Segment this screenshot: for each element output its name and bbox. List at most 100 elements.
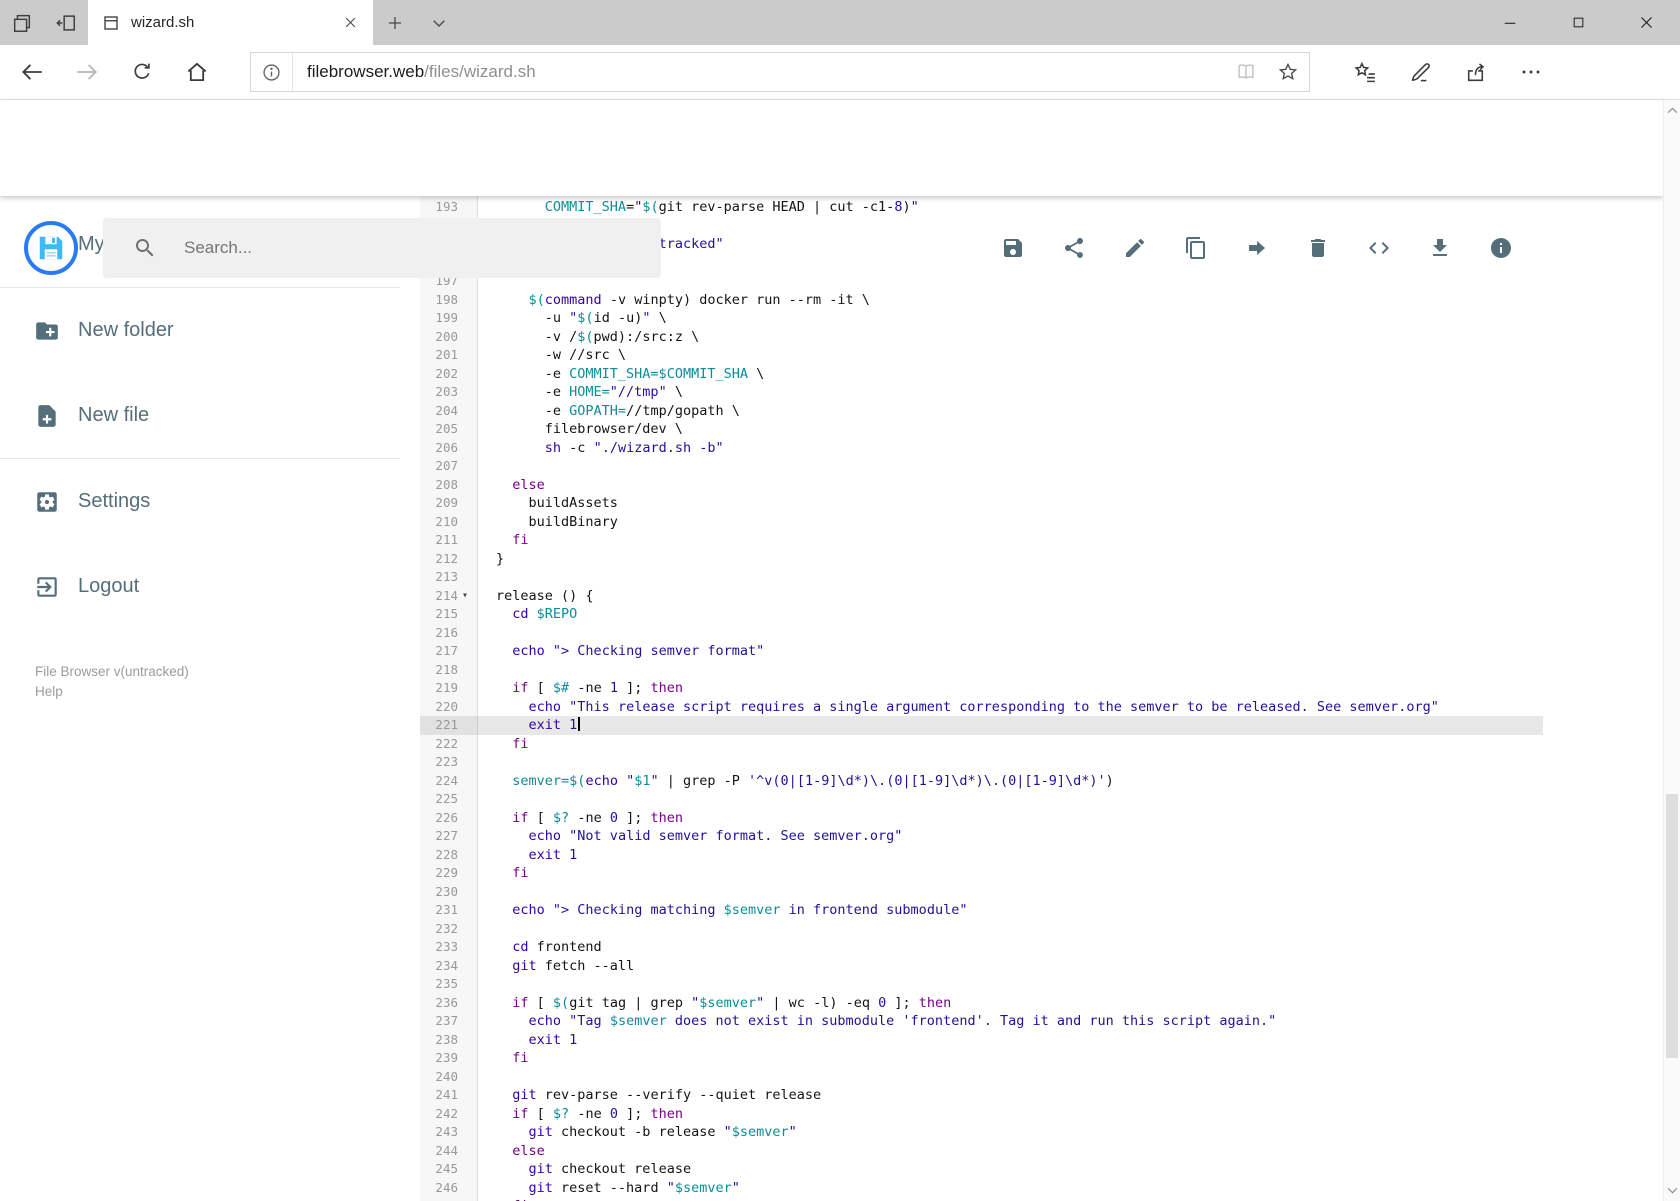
edit-button[interactable] <box>1123 236 1147 260</box>
code-line[interactable]: 210 buildBinary <box>420 512 1543 531</box>
info-button[interactable] <box>1489 236 1513 260</box>
code-line[interactable]: 225 <box>420 790 1543 809</box>
code-line[interactable]: 234 git fetch --all <box>420 956 1543 975</box>
code-line[interactable]: 247 fi <box>420 1197 1543 1201</box>
code-line[interactable]: 200 -v /$(pwd):/src:z \ <box>420 327 1543 346</box>
sidebar-item-label: Logout <box>78 575 140 597</box>
code-line[interactable]: 246 git reset --hard "$semver" <box>420 1178 1543 1197</box>
home-button[interactable] <box>169 49 224 95</box>
delete-button[interactable] <box>1306 236 1330 260</box>
copy-button[interactable] <box>1184 236 1208 260</box>
code-line[interactable]: 205 filebrowser/dev \ <box>420 420 1543 439</box>
code-line[interactable]: 226 if [ $? -ne 0 ]; then <box>420 808 1543 827</box>
code-line[interactable]: 214 ▾ release () { <box>420 586 1543 605</box>
browser-tab[interactable]: wizard.sh <box>88 0 373 45</box>
code-line[interactable]: 220 echo "This release script requires a… <box>420 697 1543 716</box>
sidebar-item-logout[interactable]: Logout <box>0 544 400 629</box>
code-line[interactable]: 224 semver=$(echo "$1" | grep -P '^v(0|[… <box>420 771 1543 790</box>
address-bar[interactable]: filebrowser.web/files/wizard.sh <box>250 52 1310 92</box>
reading-view-button[interactable] <box>1225 61 1267 83</box>
minimize-button[interactable] <box>1476 0 1544 45</box>
help-link[interactable]: Help <box>35 682 189 702</box>
sidebar-item-settings[interactable]: Settings <box>0 459 400 544</box>
code-line[interactable]: 232 <box>420 919 1543 938</box>
code-line[interactable]: 208 else <box>420 475 1543 494</box>
sidebar-item-new-file[interactable]: New file <box>0 373 400 458</box>
back-button[interactable] <box>4 49 59 95</box>
share-button[interactable] <box>1062 236 1086 260</box>
code-line[interactable]: 206 sh -c "./wizard.sh -b" <box>420 438 1543 457</box>
code-editor[interactable]: 192 if [ -d .git ]; then193 COMMIT_SHA="… <box>420 196 1543 1201</box>
refresh-button[interactable] <box>114 49 169 95</box>
code-line[interactable]: 203 -e HOME="//tmp" \ <box>420 383 1543 402</box>
forward-button[interactable] <box>59 49 114 95</box>
download-button[interactable] <box>1428 236 1452 260</box>
code-line[interactable]: 244 else <box>420 1141 1543 1160</box>
code-line[interactable]: 229 fi <box>420 864 1543 883</box>
search-input[interactable] <box>184 238 604 258</box>
code-line[interactable]: 216 <box>420 623 1543 642</box>
settings-more-button[interactable] <box>1503 49 1558 95</box>
maximize-button[interactable] <box>1544 0 1612 45</box>
code-line[interactable]: 217 echo "> Checking semver format" <box>420 642 1543 661</box>
code-line[interactable]: 231 echo "> Checking matching $semver in… <box>420 901 1543 920</box>
star-icon <box>1278 62 1298 81</box>
share-page-button[interactable] <box>1448 49 1503 95</box>
code-line[interactable]: 245 git checkout release <box>420 1160 1543 1179</box>
code-line[interactable]: 228 exit 1 <box>420 845 1543 864</box>
vertical-scrollbar[interactable] <box>1663 100 1680 1201</box>
code-line[interactable]: 238 exit 1 <box>420 1030 1543 1049</box>
code-line[interactable]: 193 COMMIT_SHA="$(git rev-parse HEAD | c… <box>420 198 1543 217</box>
code-line[interactable]: 207 <box>420 457 1543 476</box>
code-line[interactable]: 211 fi <box>420 531 1543 550</box>
ink-button[interactable] <box>1393 49 1448 95</box>
code-line[interactable]: 204 -e GOPATH=//tmp/gopath \ <box>420 401 1543 420</box>
code-line[interactable]: 233 cd frontend <box>420 938 1543 957</box>
code-line[interactable]: 199 -u "$(id -u)" \ <box>420 309 1543 328</box>
save-button[interactable] <box>1001 236 1025 260</box>
close-button[interactable] <box>1612 0 1680 45</box>
scroll-down-icon[interactable] <box>1664 1187 1680 1194</box>
tab-preview-button[interactable] <box>0 0 44 45</box>
code-line[interactable]: 236 if [ $(git tag | grep "$semver" | wc… <box>420 993 1543 1012</box>
code-line[interactable]: 239 fi <box>420 1049 1543 1068</box>
url-text[interactable]: filebrowser.web/files/wizard.sh <box>307 62 1225 82</box>
code-line[interactable]: 198 $(command -v winpty) docker run --rm… <box>420 290 1543 309</box>
favorite-button[interactable] <box>1267 61 1309 83</box>
app-logo[interactable] <box>24 221 78 275</box>
code-line[interactable]: 202 -e COMMIT_SHA=$COMMIT_SHA \ <box>420 364 1543 383</box>
fold-arrow-icon[interactable]: ▾ <box>462 590 468 601</box>
search-bar[interactable] <box>103 218 661 278</box>
code-line[interactable]: 213 <box>420 568 1543 587</box>
code-line[interactable]: 222 fi <box>420 734 1543 753</box>
code-line[interactable]: 219 if [ $# -ne 1 ]; then <box>420 679 1543 698</box>
code-line[interactable]: 209 buildAssets <box>420 494 1543 513</box>
scroll-up-icon[interactable] <box>1664 107 1680 114</box>
code-line[interactable]: 223 <box>420 753 1543 772</box>
titlebar-drag-area <box>461 0 1476 45</box>
code-line[interactable]: 241 git rev-parse --verify --quiet relea… <box>420 1086 1543 1105</box>
sidebar-item-new-folder[interactable]: New folder <box>0 288 400 373</box>
code-line[interactable]: 227 echo "Not valid semver format. See s… <box>420 827 1543 846</box>
code-line[interactable]: 212} <box>420 549 1543 568</box>
code-line[interactable]: 235 <box>420 975 1543 994</box>
tab-list-button[interactable] <box>417 0 461 45</box>
hub-button[interactable] <box>1338 49 1393 95</box>
code-line[interactable]: 230 <box>420 882 1543 901</box>
set-tabs-aside-button[interactable] <box>44 0 88 45</box>
code-line[interactable]: 215 cd $REPO <box>420 605 1543 624</box>
move-button[interactable] <box>1245 236 1269 260</box>
code-line[interactable]: 237 echo "Tag $semver does not exist in … <box>420 1012 1543 1031</box>
code-line[interactable]: 221 exit 1 <box>420 716 1543 735</box>
tab-close-icon[interactable] <box>337 10 363 36</box>
scrollbar-thumb[interactable] <box>1666 793 1678 1058</box>
new-tab-button[interactable] <box>373 0 417 45</box>
code-line[interactable]: 240 <box>420 1067 1543 1086</box>
code-line[interactable]: 243 git checkout -b release "$semver" <box>420 1123 1543 1142</box>
code-line[interactable]: 242 if [ $? -ne 0 ]; then <box>420 1104 1543 1123</box>
code-line[interactable]: 201 -w //src \ <box>420 346 1543 365</box>
line-number: 213 <box>435 569 458 584</box>
code-button[interactable] <box>1367 236 1391 260</box>
code-line[interactable]: 218 <box>420 660 1543 679</box>
site-info-button[interactable] <box>251 53 293 91</box>
